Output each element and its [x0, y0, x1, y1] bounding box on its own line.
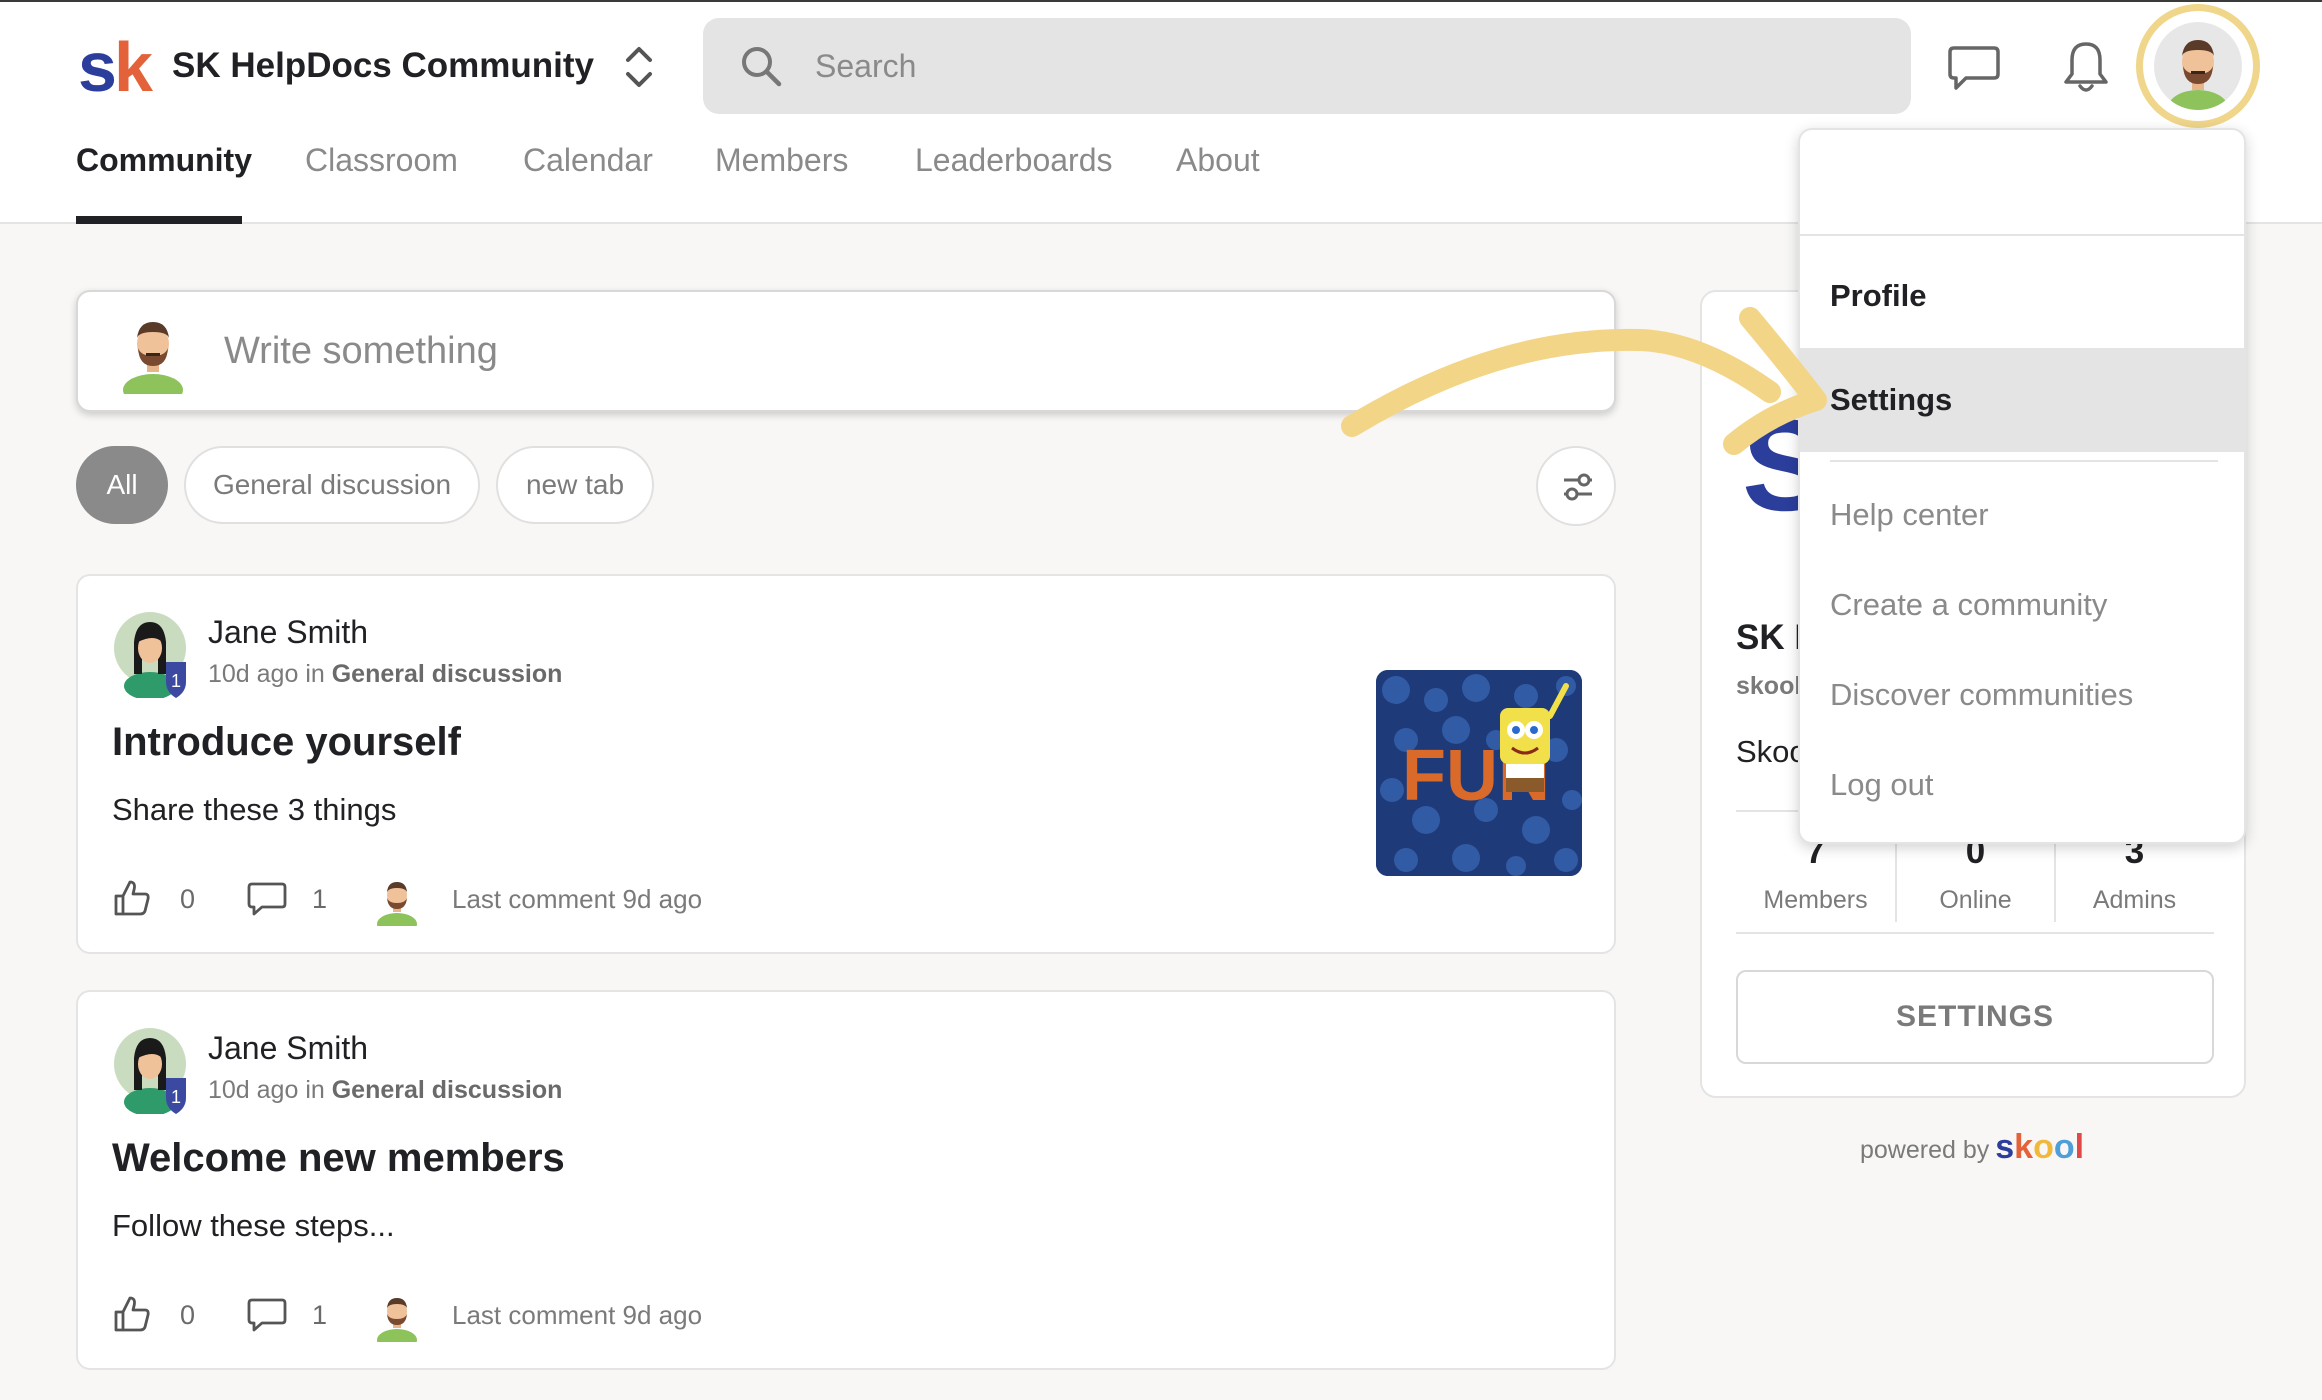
skool-letter: o	[2053, 1128, 2075, 1166]
chip-general-discussion[interactable]: General discussion	[184, 446, 480, 524]
skool-letter: o	[2033, 1128, 2054, 1166]
community-switcher-icon[interactable]	[622, 42, 656, 92]
last-comment-time: Last comment 9d ago	[452, 1300, 703, 1330]
woman-avatar-icon: 1	[114, 612, 186, 700]
search-icon	[742, 47, 782, 87]
level-badge: 1	[171, 1087, 181, 1107]
thumbs-up-icon[interactable]	[112, 878, 152, 918]
active-tab-indicator	[76, 216, 242, 224]
author-avatar[interactable]: 1	[114, 612, 198, 700]
skool-logo: skool	[1995, 1128, 2084, 1166]
tab-about[interactable]: About	[1176, 142, 1260, 179]
post-composer[interactable]: Write something	[76, 290, 1616, 412]
powered-by-text: powered by	[1860, 1136, 1990, 1164]
bell-icon[interactable]	[2060, 38, 2112, 96]
level-badge: 1	[171, 671, 181, 691]
post-footer: 0 1 Last comment 9d ago	[112, 874, 912, 926]
menu-item-settings[interactable]: Settings	[1800, 348, 2244, 452]
tab-members[interactable]: Members	[715, 142, 848, 179]
community-name[interactable]: SK HelpDocs Community	[172, 46, 594, 86]
community-logo[interactable]: sk	[78, 32, 153, 102]
menu-item-log-out[interactable]: Log out	[1800, 740, 2244, 830]
post-category[interactable]: General discussion	[332, 1076, 563, 1104]
tab-calendar[interactable]: Calendar	[523, 142, 653, 179]
skool-letter: s	[1995, 1128, 2015, 1166]
menu-divider	[1830, 460, 2218, 462]
user-avatar-button[interactable]	[2136, 4, 2260, 128]
card-community-url: skool	[1736, 672, 1802, 700]
filter-settings-button[interactable]	[1536, 446, 1616, 526]
tab-classroom[interactable]: Classroom	[305, 142, 458, 179]
stat-admins-label: Admins	[2092, 886, 2177, 914]
menu-item-profile[interactable]: Profile	[1800, 244, 2244, 348]
settings-button[interactable]: SETTINGS	[1736, 970, 2214, 1064]
comment-count: 1	[312, 884, 328, 914]
tab-leaderboards[interactable]: Leaderboards	[915, 142, 1112, 179]
search-input[interactable]: Search	[815, 48, 916, 85]
commenter-avatar-icon[interactable]	[372, 874, 422, 926]
last-comment-time: Last comment 9d ago	[452, 884, 703, 914]
powered-by[interactable]: powered by skool	[1860, 1128, 2084, 1167]
post-time: 10d ago in	[208, 1076, 325, 1104]
post-body: Follow these steps...	[112, 1208, 395, 1243]
stat-online-label: Online	[1939, 886, 2012, 914]
post-footer: 0 1 Last comment 9d ago	[112, 1290, 912, 1342]
menu-item-help-center[interactable]: Help center	[1800, 470, 2244, 560]
comment-count: 1	[312, 1300, 328, 1330]
chat-icon[interactable]	[1946, 42, 2002, 94]
like-count: 0	[180, 1300, 196, 1330]
like-count: 0	[180, 884, 196, 914]
user-dropdown-menu: Profile Settings Help center Create a co…	[1798, 128, 2246, 844]
search-bar[interactable]: Search	[703, 18, 1911, 114]
post-meta: 10d ago in General discussion	[208, 660, 562, 689]
man-avatar-icon	[2168, 40, 2228, 110]
chip-new-tab[interactable]: new tab	[496, 446, 654, 524]
post-card[interactable]: 1 Jane Smith 10d ago in General discussi…	[76, 574, 1616, 954]
skool-letter: k	[2014, 1128, 2034, 1166]
menu-item-discover-communities[interactable]: Discover communities	[1800, 650, 2244, 740]
post-title[interactable]: Introduce yourself	[112, 720, 461, 765]
man-avatar-icon	[123, 322, 183, 394]
author-avatar[interactable]: 1	[114, 1028, 198, 1116]
post-card[interactable]: 1 Jane Smith 10d ago in General discussi…	[76, 990, 1616, 1370]
post-title[interactable]: Welcome new members	[112, 1136, 565, 1181]
menu-divider	[1800, 234, 2244, 236]
logo-letter-k: k	[113, 28, 153, 106]
sliders-icon	[1564, 473, 1592, 501]
comment-icon[interactable]	[246, 1296, 288, 1334]
post-author[interactable]: Jane Smith	[208, 614, 368, 651]
skool-letter: l	[2074, 1128, 2085, 1166]
post-meta: 10d ago in General discussion	[208, 1076, 562, 1105]
post-body: Share these 3 things	[112, 792, 397, 827]
woman-avatar-icon: 1	[114, 1028, 186, 1116]
post-time: 10d ago in	[208, 660, 325, 688]
card-description: Skoo	[1736, 734, 1807, 769]
tab-community[interactable]: Community	[76, 142, 252, 179]
logo-letter-s: s	[78, 28, 117, 106]
menu-item-create-community[interactable]: Create a community	[1800, 560, 2244, 650]
post-author[interactable]: Jane Smith	[208, 1030, 368, 1067]
avatar	[2154, 22, 2242, 110]
post-category[interactable]: General discussion	[332, 660, 563, 688]
chip-all[interactable]: All	[76, 446, 168, 524]
post-thumbnail[interactable]: FUN	[1376, 670, 1582, 876]
stat-members-label: Members	[1763, 886, 1868, 914]
commenter-avatar-icon[interactable]	[372, 1290, 422, 1342]
composer-placeholder[interactable]: Write something	[224, 330, 498, 373]
comment-icon[interactable]	[246, 880, 288, 918]
thumbs-up-icon[interactable]	[112, 1294, 152, 1334]
fun-gif-image: FUN	[1376, 670, 1582, 876]
